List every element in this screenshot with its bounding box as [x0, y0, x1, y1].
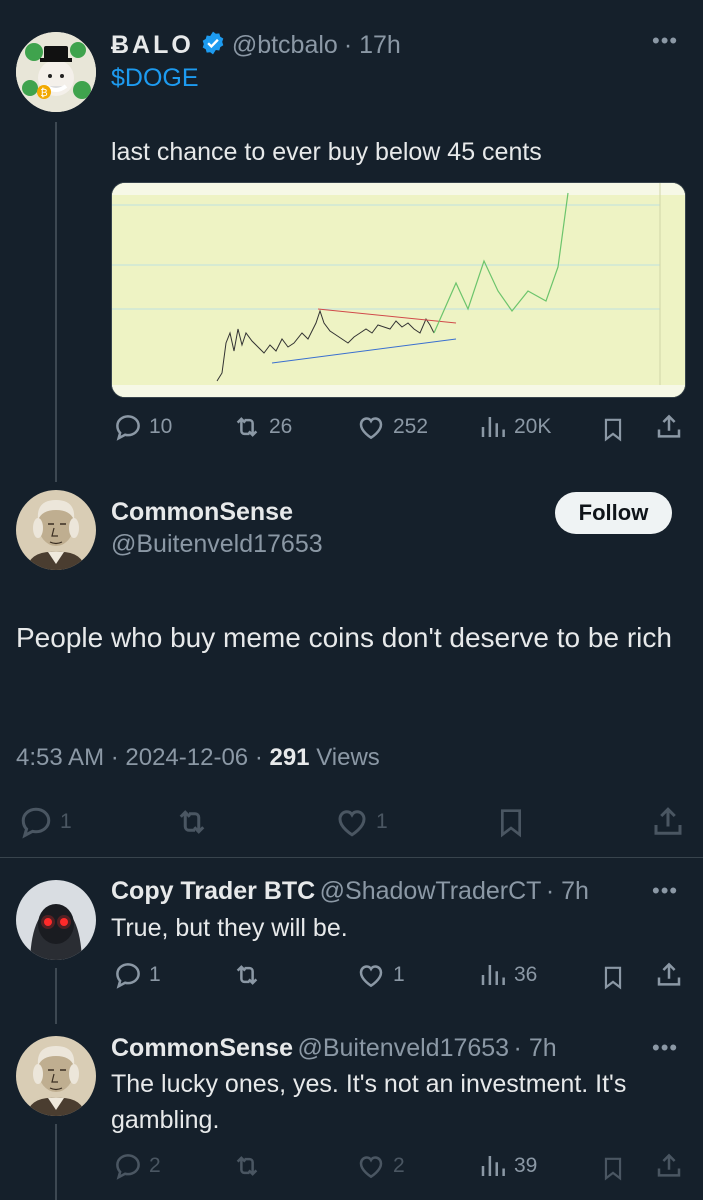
divider	[0, 857, 703, 858]
reply1-share-button[interactable]	[654, 960, 684, 990]
reply1-header: Copy Trader BTC @ShadowTraderCT · 7h	[111, 877, 589, 906]
main-like-count: 1	[376, 810, 388, 833]
reply2-reply-count: 2	[149, 1154, 161, 1177]
like-button[interactable]: 252	[355, 412, 428, 442]
reply1-views-count: 36	[514, 963, 538, 986]
tweet-meta: 4:53 AM · 2024-12-06 · 291 Views	[16, 744, 380, 772]
repost-count: 26	[269, 415, 293, 438]
thread-line	[55, 122, 57, 482]
reply-icon	[116, 1154, 140, 1180]
follow-button[interactable]: Follow	[555, 492, 672, 534]
main-reply-button[interactable]: 1	[18, 804, 72, 840]
reply-button[interactable]: 10	[113, 412, 172, 442]
more-icon[interactable]: •••	[652, 878, 678, 904]
thread-line	[55, 1124, 57, 1200]
avatar-commonsense[interactable]	[16, 490, 96, 570]
main-bookmark-button[interactable]	[495, 804, 527, 840]
reply2-like-count: 2	[393, 1154, 405, 1177]
reply2-author-name[interactable]: CommonSense	[111, 1034, 293, 1062]
main-reply-count: 1	[60, 810, 72, 833]
bookmark-icon	[604, 418, 622, 442]
bookmark-button[interactable]	[600, 414, 626, 444]
reply2-like-button[interactable]: 2	[355, 1151, 405, 1181]
like-icon	[338, 810, 366, 837]
views-count: 20K	[514, 415, 552, 438]
reply2-bookmark-button[interactable]	[600, 1153, 626, 1183]
main-like-button[interactable]: 1	[334, 804, 388, 840]
reply2-time[interactable]: · 7h	[514, 1034, 557, 1062]
reply2-reply-button[interactable]: 2	[113, 1151, 161, 1181]
main-author-handle[interactable]: @Buitenveld17653	[111, 530, 323, 559]
share-button[interactable]	[654, 412, 684, 442]
reply1-time[interactable]: · 7h	[546, 877, 589, 905]
post-header: ɃALO @btcbalo · 17h	[111, 30, 401, 61]
more-icon[interactable]: •••	[652, 28, 678, 54]
chart-image[interactable]	[111, 182, 686, 398]
reply1-bookmark-button[interactable]	[600, 962, 626, 992]
post-time[interactable]: · 17h	[344, 31, 401, 60]
like-icon	[359, 417, 383, 440]
views-icon	[481, 965, 505, 985]
reply2-repost-button[interactable]	[231, 1151, 263, 1181]
reply2-views-button[interactable]: 39	[478, 1151, 537, 1181]
reply-icon	[116, 415, 140, 441]
reply2-header: CommonSense @Buitenveld17653 · 7h	[111, 1034, 557, 1063]
post-text: last chance to ever buy below 45 cents	[111, 138, 542, 166]
reply-icon	[116, 963, 140, 989]
repost-icon	[236, 1156, 258, 1176]
views-button[interactable]: 20K	[478, 412, 551, 442]
like-icon	[359, 1156, 383, 1179]
repost-icon	[179, 810, 205, 834]
bookmark-icon	[604, 966, 622, 990]
reply1-text: True, but they will be.	[111, 914, 348, 942]
main-author-name[interactable]: CommonSense	[111, 498, 293, 527]
thread-line	[55, 968, 57, 1024]
reply1-reply-count: 1	[149, 963, 161, 986]
like-count: 252	[393, 415, 429, 438]
reply2-share-button[interactable]	[654, 1151, 684, 1181]
share-icon	[657, 962, 681, 986]
verified-badge-icon	[200, 30, 226, 61]
repost-icon	[236, 965, 258, 985]
share-icon	[657, 1153, 681, 1177]
reply1-author-name[interactable]: Copy Trader BTC	[111, 877, 315, 905]
main-repost-button[interactable]	[173, 804, 211, 840]
share-icon	[657, 414, 681, 438]
reply-icon	[21, 807, 51, 839]
reply2-text: The lucky ones, yes. It's not an investm…	[111, 1070, 627, 1134]
repost-icon	[236, 417, 258, 437]
bookmark-icon	[501, 809, 521, 838]
main-tweet-text: People who buy meme coins don't deserve …	[16, 622, 672, 653]
reply2-views-count: 39	[514, 1154, 538, 1177]
reply2-author-handle[interactable]: @Buitenveld17653	[297, 1034, 509, 1062]
reply1-views-button[interactable]: 36	[478, 960, 537, 990]
avatar-copytrader[interactable]	[16, 880, 96, 960]
avatar-btcbalo[interactable]: ₿	[16, 32, 96, 112]
more-icon[interactable]: •••	[652, 1035, 678, 1061]
views-icon	[481, 1156, 505, 1176]
reply1-repost-button[interactable]	[231, 960, 263, 990]
views-label: Views	[316, 744, 380, 771]
avatar-commonsense-reply[interactable]	[16, 1036, 96, 1116]
reply1-like-count: 1	[393, 963, 405, 986]
cashtag-link[interactable]: $DOGE	[111, 64, 199, 93]
main-share-button[interactable]	[650, 804, 686, 840]
svg-text:₿: ₿	[40, 87, 47, 99]
like-icon	[359, 965, 383, 988]
author-handle[interactable]: @btcbalo	[232, 31, 338, 60]
share-icon	[654, 807, 682, 835]
reply1-author-handle[interactable]: @ShadowTraderCT	[320, 877, 542, 905]
tweet-timestamp[interactable]: 4:53 AM · 2024-12-06 ·	[16, 744, 263, 771]
reply1-reply-button[interactable]: 1	[113, 960, 161, 990]
reply-count: 10	[149, 415, 173, 438]
views-icon	[481, 417, 505, 437]
views-count-main: 291	[269, 744, 310, 771]
author-name[interactable]: ɃALO	[111, 31, 194, 60]
bookmark-icon	[604, 1157, 622, 1181]
repost-button[interactable]: 26	[231, 412, 292, 442]
reply1-like-button[interactable]: 1	[355, 960, 405, 990]
